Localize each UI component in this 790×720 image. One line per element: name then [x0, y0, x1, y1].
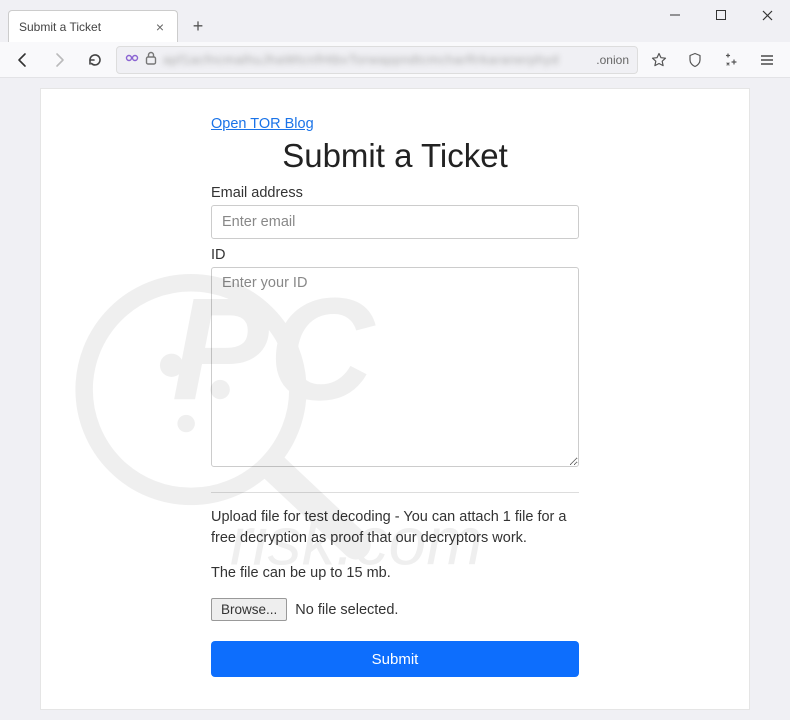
back-button[interactable] [8, 45, 38, 75]
menu-icon[interactable] [752, 45, 782, 75]
maximize-button[interactable] [698, 0, 744, 30]
email-label: Email address [211, 185, 579, 201]
extension-icon [125, 51, 139, 68]
reload-button[interactable] [80, 45, 110, 75]
browser-toolbar: apf1acfncmalhuJhaWtcnfHtbvTorwappndtcmch… [0, 42, 790, 78]
upload-description: Upload file for test decoding - You can … [211, 507, 579, 549]
browser-tab[interactable]: Submit a Ticket × [8, 10, 178, 42]
id-field[interactable] [211, 267, 579, 467]
file-status: No file selected. [295, 602, 398, 618]
url-text: apf1acfncmalhuJhaWtcnfHtbvTorwappndtcmch… [163, 52, 590, 67]
window-titlebar: Submit a Ticket × + [0, 0, 790, 42]
page-title: Submit a Ticket [211, 137, 579, 175]
minimize-button[interactable] [652, 0, 698, 30]
sparkle-icon[interactable] [716, 45, 746, 75]
submit-button[interactable]: Submit [211, 641, 579, 677]
size-note: The file can be up to 15 mb. [211, 563, 579, 584]
email-field[interactable] [211, 205, 579, 239]
divider [211, 492, 579, 493]
id-label: ID [211, 247, 579, 263]
viewport: PC risk.com Open TOR Blog Submit a Ticke… [0, 78, 790, 720]
tab-title: Submit a Ticket [19, 20, 153, 34]
url-bar[interactable]: apf1acfncmalhuJhaWtcnfHtbvTorwappndtcmch… [116, 46, 638, 74]
file-picker-row: Browse... No file selected. [211, 598, 579, 621]
close-window-button[interactable] [744, 0, 790, 30]
bookmark-icon[interactable] [644, 45, 674, 75]
lock-icon [145, 51, 157, 68]
page-content: PC risk.com Open TOR Blog Submit a Ticke… [40, 88, 750, 710]
window-controls [652, 0, 790, 30]
close-tab-icon[interactable]: × [153, 20, 167, 34]
tabs-area: Submit a Ticket × + [0, 0, 212, 42]
url-suffix: .onion [596, 53, 629, 67]
browse-button[interactable]: Browse... [211, 598, 287, 621]
shield-icon[interactable] [680, 45, 710, 75]
blog-link[interactable]: Open TOR Blog [211, 116, 314, 132]
new-tab-button[interactable]: + [184, 12, 212, 40]
forward-button[interactable] [44, 45, 74, 75]
